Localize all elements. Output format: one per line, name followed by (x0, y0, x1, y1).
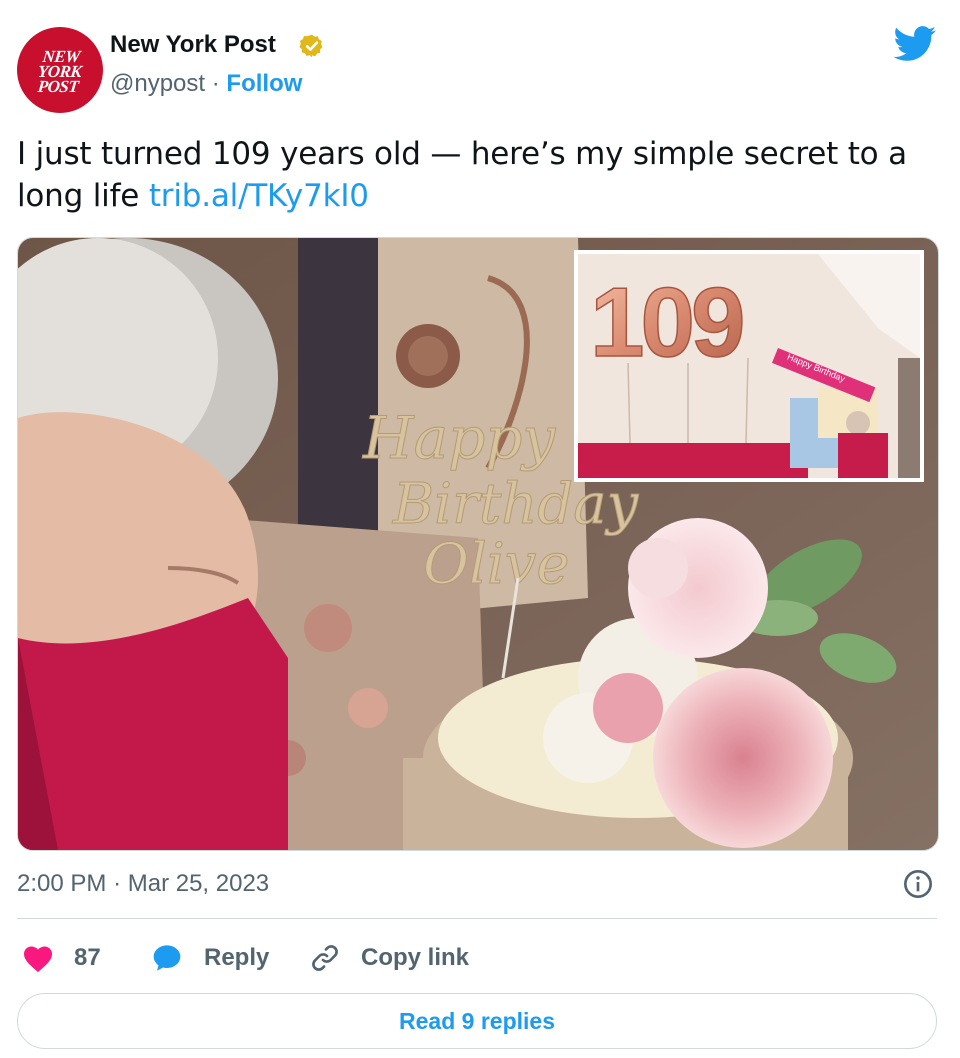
author-name[interactable]: New York Post (110, 31, 276, 59)
tweet-date: Mar 25, 2023 (127, 870, 270, 897)
inset-photo: 109 Happy Birthday (574, 250, 924, 482)
topper-happy: Happy (362, 404, 556, 472)
heart-icon (24, 946, 52, 973)
verified-badge-icon (299, 34, 323, 58)
tweet-timestamp[interactable]: 2:00 PM · Mar 25, 2023 (17, 870, 269, 898)
author-avatar[interactable]: NEW YORK POST (17, 27, 103, 113)
tweet-link[interactable]: trib.al/TKy7kI0 (149, 178, 369, 214)
tweet-text: I just turned 109 years old — here’s my … (17, 133, 942, 217)
new-york-post-logo: NEW YORK POST (37, 46, 83, 96)
read-replies-button[interactable]: Read 9 replies (17, 993, 937, 1049)
tweet-time: 2:00 PM (17, 870, 107, 897)
balloon-number: 109 (590, 267, 742, 377)
info-icon[interactable] (902, 868, 934, 900)
link-icon (312, 945, 338, 971)
tweet-photo[interactable]: Happy Birthday Olive 109 Happy Birthday (17, 237, 939, 851)
reply-bubble-icon (153, 945, 181, 971)
divider (17, 918, 937, 919)
handle-row: @nypost · Follow (110, 70, 302, 98)
timestamp-separator: · (113, 870, 122, 897)
twitter-bird-icon[interactable] (893, 26, 937, 62)
reply-button[interactable]: Reply (150, 938, 269, 978)
like-count: 87 (74, 944, 101, 971)
author-handle[interactable]: @nypost (110, 70, 205, 97)
like-button[interactable]: 87 (22, 938, 101, 978)
tweet-card: NEW YORK POST New York Post @nypost · Fo… (0, 0, 960, 1058)
copy-link-label: Copy link (361, 944, 470, 971)
topper-name: Olive (423, 532, 570, 597)
follow-link[interactable]: Follow (226, 70, 302, 97)
reply-label: Reply (204, 944, 270, 971)
copy-link-button[interactable]: Copy link (309, 938, 469, 978)
handle-separator: · (211, 70, 220, 97)
photo-illustration: Happy Birthday Olive 109 Happy Birthday (18, 238, 938, 850)
